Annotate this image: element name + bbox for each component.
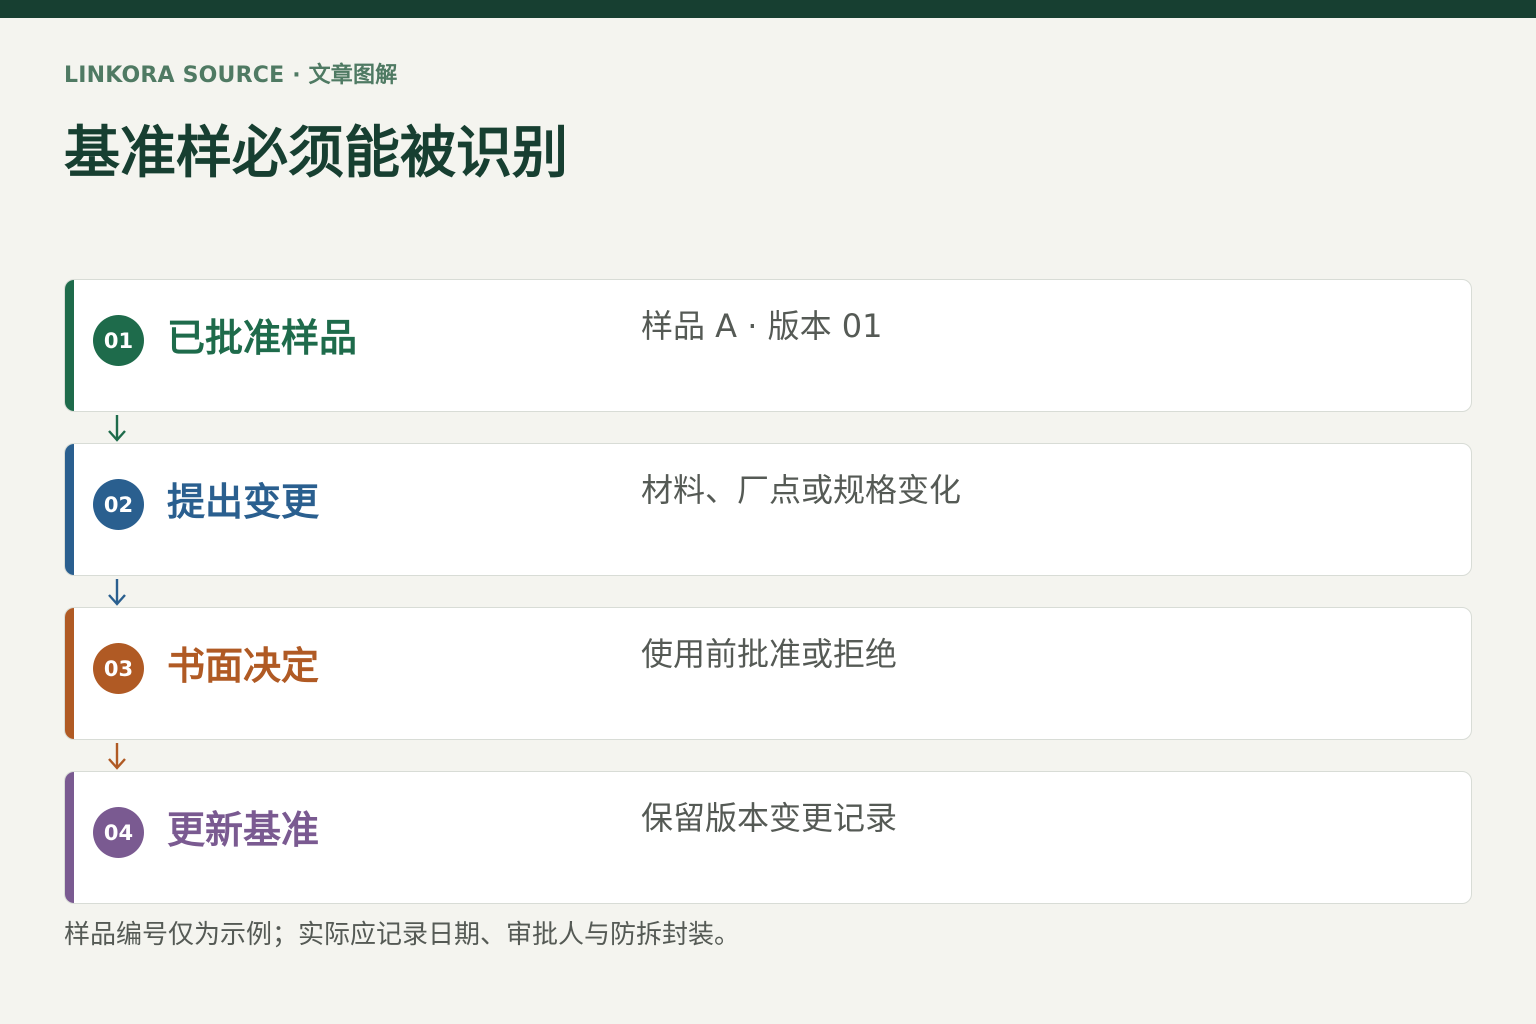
step-title: 书面决定 xyxy=(167,644,320,688)
step-description: 使用前批准或拒绝 xyxy=(641,635,898,673)
step-number-badge: 04 xyxy=(93,807,144,858)
step-title: 更新基准 xyxy=(167,808,320,852)
step-number-badge: 03 xyxy=(93,643,144,694)
step-connector xyxy=(64,412,1472,443)
step-accent-bar xyxy=(65,280,74,411)
process-flow: 01 已批准样品 样品 A · 版本 01 02 提出变更 材料、厂点或规格变化… xyxy=(64,279,1472,904)
arrow-down-icon xyxy=(108,415,126,442)
arrow-down-icon xyxy=(108,743,126,770)
step-number-badge: 01 xyxy=(93,315,144,366)
step-connector xyxy=(64,576,1472,607)
arrow-down-icon xyxy=(108,579,126,606)
step-accent-bar xyxy=(65,608,74,739)
step-connector xyxy=(64,740,1472,771)
step-number-badge: 02 xyxy=(93,479,144,530)
step-description: 材料、厂点或规格变化 xyxy=(641,471,962,509)
step-card-4: 04 更新基准 保留版本变更记录 xyxy=(64,771,1472,904)
step-accent-bar xyxy=(65,444,74,575)
footnote: 样品编号仅为示例；实际应记录日期、审批人与防拆封装。 xyxy=(64,920,741,950)
step-accent-bar xyxy=(65,772,74,903)
step-title: 已批准样品 xyxy=(167,316,358,360)
top-accent-bar xyxy=(0,0,1536,18)
step-description: 保留版本变更记录 xyxy=(641,799,898,837)
step-card-3: 03 书面决定 使用前批准或拒绝 xyxy=(64,607,1472,740)
step-card-1: 01 已批准样品 样品 A · 版本 01 xyxy=(64,279,1472,412)
step-card-2: 02 提出变更 材料、厂点或规格变化 xyxy=(64,443,1472,576)
step-description: 样品 A · 版本 01 xyxy=(641,307,883,345)
page-title: 基准样必须能被识别 xyxy=(64,121,568,186)
kicker-label: LINKORA SOURCE · 文章图解 xyxy=(64,63,398,88)
step-title: 提出变更 xyxy=(167,480,320,524)
